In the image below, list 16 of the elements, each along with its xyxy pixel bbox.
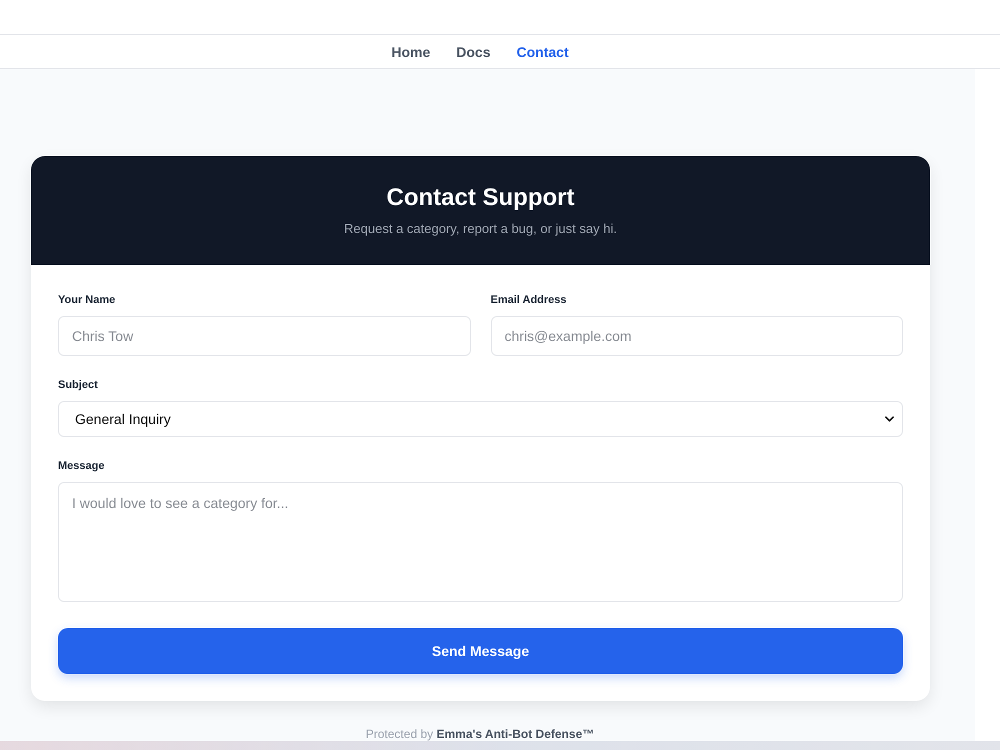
field-label: Email Address (490, 293, 567, 308)
send-button[interactable]: Send Message (58, 628, 903, 674)
name-field[interactable]: Chris Tow (58, 316, 470, 356)
message-field[interactable]: I would love to see a category for... (58, 482, 903, 602)
footer-note: Protected by Emma's Anti-Bot Defense™ (364, 727, 596, 741)
chevron-down-icon (885, 416, 894, 422)
nav-link[interactable]: Contact (516, 44, 569, 60)
nav-link[interactable]: Home (391, 44, 430, 60)
nav-link[interactable]: Docs (456, 44, 490, 60)
card-title: Contact Support (386, 184, 576, 212)
subject-select[interactable]: General Inquiry (58, 401, 903, 437)
field-label: Your Name (58, 293, 116, 308)
field-label: Message (58, 459, 104, 474)
field-label: Subject (58, 378, 98, 393)
email-field[interactable]: chris@example.com (490, 316, 903, 356)
card-subtitle: Request a category, report a bug, or just say hi. (343, 221, 618, 237)
